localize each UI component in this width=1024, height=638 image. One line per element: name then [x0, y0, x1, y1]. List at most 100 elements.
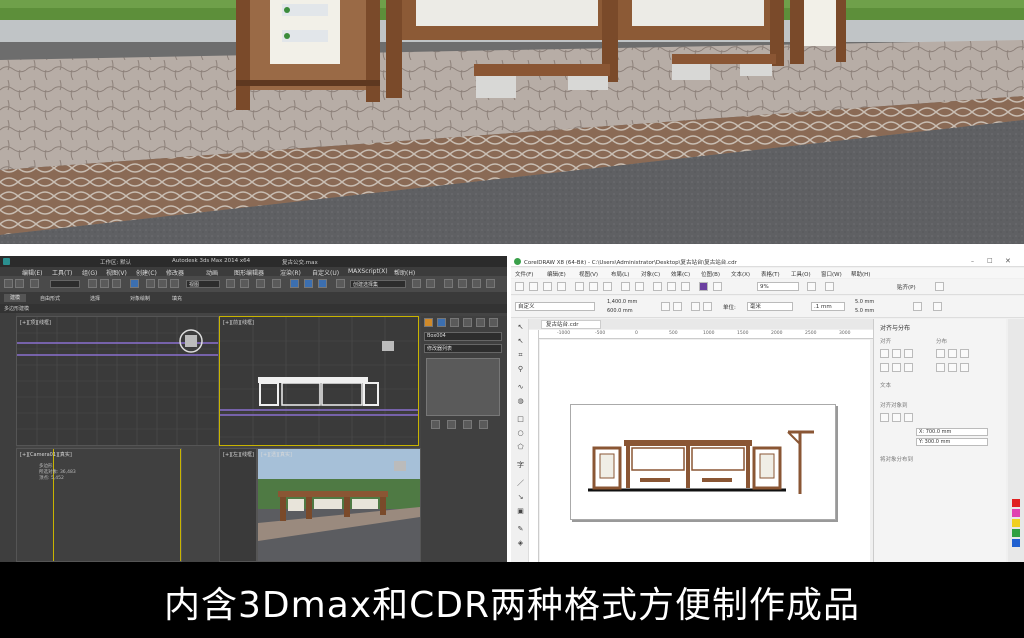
- align-x-field[interactable]: X: 700.0 mm: [916, 428, 988, 436]
- selection-filter-dropdown[interactable]: [50, 280, 80, 288]
- align-center-icon[interactable]: [892, 349, 901, 358]
- undo-icon[interactable]: [621, 282, 630, 291]
- cdr-menu-window[interactable]: 窗口(W): [821, 270, 842, 278]
- cdr-menu-file[interactable]: 文件(F): [515, 270, 533, 278]
- portrait-icon[interactable]: [661, 302, 670, 311]
- modifier-list-dropdown[interactable]: 修改器列表: [424, 344, 502, 353]
- object-name-field[interactable]: Box004: [424, 332, 502, 341]
- viewport-perspective[interactable]: [+][透][真实]: [257, 448, 421, 562]
- snaps-toggle-icon[interactable]: [272, 279, 281, 288]
- interactive-fill-icon[interactable]: ◈: [516, 539, 525, 548]
- palette-swatch-red[interactable]: [1012, 499, 1020, 507]
- viewport-front-label[interactable]: [+][前][线框]: [223, 319, 254, 326]
- show-rulers-icon[interactable]: [825, 282, 834, 291]
- units-dropdown[interactable]: 毫米: [747, 302, 793, 311]
- ribbon-tab-object-paint[interactable]: 对象绘制: [130, 295, 150, 302]
- parallel-dimension-icon[interactable]: ／: [516, 479, 525, 488]
- color-palette[interactable]: [1008, 319, 1024, 562]
- render-setup-icon[interactable]: [486, 279, 495, 288]
- duplicate-distance-x[interactable]: 5.0 mm: [855, 299, 874, 305]
- crop-tool-icon[interactable]: ⌗: [516, 351, 525, 360]
- spinner-snap-icon[interactable]: [318, 279, 327, 288]
- select-object-icon[interactable]: [88, 279, 97, 288]
- window-crossing-icon[interactable]: [130, 279, 139, 288]
- import-icon[interactable]: [667, 282, 676, 291]
- cdr-menu-edit[interactable]: 编辑(E): [547, 270, 566, 278]
- current-page-icon[interactable]: [703, 302, 712, 311]
- viewport-left-label[interactable]: [+][左][线框]: [223, 451, 254, 458]
- options-gear-icon[interactable]: [935, 282, 944, 291]
- publish-pdf-icon[interactable]: [699, 282, 708, 291]
- cdr-menu-table[interactable]: 表格(T): [761, 270, 780, 278]
- remove-modifier-icon[interactable]: [479, 420, 488, 429]
- redo-icon[interactable]: [635, 282, 644, 291]
- export-icon[interactable]: [681, 282, 690, 291]
- freehand-tool-icon[interactable]: ∿: [516, 383, 525, 392]
- distribute-top-icon[interactable]: [936, 363, 945, 372]
- paste-icon[interactable]: [603, 282, 612, 291]
- align-bottom-icon[interactable]: [904, 363, 913, 372]
- pivot-icon[interactable]: [226, 279, 235, 288]
- percent-snap-icon[interactable]: [304, 279, 313, 288]
- align-left-icon[interactable]: [880, 349, 889, 358]
- max-menu-maxscript[interactable]: MAXScript(X): [348, 268, 388, 275]
- edit-named-sets-icon[interactable]: [336, 279, 345, 288]
- motion-tab-icon[interactable]: [463, 318, 472, 327]
- text-tool-icon[interactable]: 字: [516, 461, 525, 470]
- close-button[interactable]: ✕: [1005, 257, 1011, 265]
- open-icon[interactable]: [529, 282, 538, 291]
- make-unique-icon[interactable]: [463, 420, 472, 429]
- material-editor-icon[interactable]: [472, 279, 481, 288]
- redo-icon[interactable]: [15, 279, 24, 288]
- page-width-field[interactable]: 1,400.0 mm: [607, 299, 637, 305]
- select-by-name-icon[interactable]: [100, 279, 109, 288]
- distribute-middle-icon[interactable]: [948, 363, 957, 372]
- reference-coord-dropdown[interactable]: 视图: [186, 280, 220, 288]
- modify-tab-icon[interactable]: [437, 318, 446, 327]
- distribute-right-icon[interactable]: [960, 349, 969, 358]
- cdr-menu-view[interactable]: 视图(V): [579, 270, 598, 278]
- angle-snap-icon[interactable]: [290, 279, 299, 288]
- landscape-icon[interactable]: [673, 302, 682, 311]
- search-content-icon[interactable]: [653, 282, 662, 291]
- shape-tool-icon[interactable]: ↖: [516, 337, 525, 346]
- select-manipulate-icon[interactable]: [240, 279, 249, 288]
- cdr-menu-object[interactable]: 对象(C): [641, 270, 660, 278]
- cdr-menu-help[interactable]: 帮助(H): [851, 270, 870, 278]
- ribbon-polygon-modeling[interactable]: 多边形建模: [4, 305, 29, 312]
- palette-swatch-blue[interactable]: [1012, 539, 1020, 547]
- bus-stop-elevation-drawing[interactable]: [570, 404, 836, 520]
- align-y-field[interactable]: Y: 300.0 mm: [916, 438, 988, 446]
- layer-manager-icon[interactable]: [444, 279, 453, 288]
- connector-tool-icon[interactable]: ↘: [516, 493, 525, 502]
- viewport-perspective-label[interactable]: [+][透][真实]: [261, 451, 292, 458]
- create-tab-icon[interactable]: [424, 318, 433, 327]
- minimize-button[interactable]: –: [971, 258, 974, 265]
- palette-swatch-magenta[interactable]: [1012, 509, 1020, 517]
- distribute-center-icon[interactable]: [948, 349, 957, 358]
- distribute-left-icon[interactable]: [936, 349, 945, 358]
- page-size-dropdown[interactable]: 自定义: [515, 302, 595, 311]
- display-tab-icon[interactable]: [476, 318, 485, 327]
- treat-as-filled-icon[interactable]: [913, 302, 922, 311]
- smart-fill-icon[interactable]: ◍: [516, 397, 525, 406]
- nudge-distance-field[interactable]: .1 mm: [811, 302, 845, 311]
- rotate-icon[interactable]: [158, 279, 167, 288]
- scale-icon[interactable]: [170, 279, 179, 288]
- viewport-camera[interactable]: [+][Camera01][真实] 多边形 所选对象: 36,483 顶点: 5…: [16, 448, 182, 562]
- hierarchy-tab-icon[interactable]: [450, 318, 459, 327]
- zoom-tool-icon[interactable]: ⚲: [516, 365, 525, 374]
- print-icon[interactable]: [557, 282, 566, 291]
- rectangle-tool-icon[interactable]: □: [516, 415, 525, 424]
- cdr-menu-layout[interactable]: 布局(L): [611, 270, 629, 278]
- pick-tool-icon[interactable]: ↖: [516, 323, 525, 332]
- cdr-menu-text[interactable]: 文本(X): [731, 270, 750, 278]
- viewport-top[interactable]: [+][顶][线框]: [16, 316, 219, 446]
- max-workspace[interactable]: 工作区: 默认: [100, 258, 131, 266]
- drawing-canvas[interactable]: [540, 340, 882, 562]
- align-icon[interactable]: [426, 279, 435, 288]
- eyedropper-icon[interactable]: ✎: [516, 525, 525, 534]
- palette-swatch-green[interactable]: [1012, 529, 1020, 537]
- align-right-icon[interactable]: [904, 349, 913, 358]
- quick-customize-icon[interactable]: [933, 302, 942, 311]
